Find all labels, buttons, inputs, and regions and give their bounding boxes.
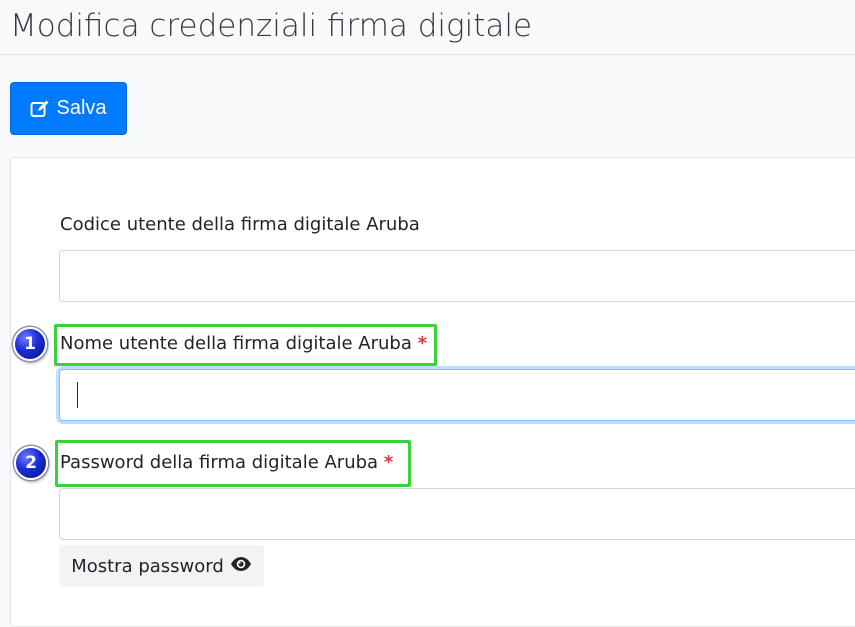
show-password-button[interactable]: Mostra password — [59, 545, 264, 587]
save-button[interactable]: Salva — [10, 82, 127, 135]
nome-utente-label-text: Nome utente della firma digitale Aruba — [60, 333, 412, 354]
page-header: Modifica credenziali firma digitale — [0, 0, 855, 55]
step-badge-1: 1 — [13, 327, 47, 361]
step-badge-1-number: 1 — [24, 334, 36, 354]
codice-utente-label-text: Codice utente della firma digitale Aruba — [60, 214, 420, 235]
text-caret — [77, 382, 78, 408]
nome-utente-input[interactable] — [59, 369, 855, 421]
step-badge-2-number: 2 — [25, 453, 37, 473]
required-star: * — [417, 333, 428, 354]
codice-utente-label: Codice utente della firma digitale Aruba — [60, 213, 420, 237]
password-label: Password della firma digitale Aruba * — [60, 451, 393, 475]
password-label-text: Password della firma digitale Aruba — [60, 452, 379, 473]
required-star: * — [383, 452, 394, 473]
nome-utente-label: Nome utente della firma digitale Aruba * — [60, 332, 427, 356]
password-input[interactable] — [59, 488, 855, 540]
step-badge-2: 2 — [14, 446, 48, 480]
page-title: Modifica credenziali firma digitale — [10, 8, 533, 44]
show-password-label: Mostra password — [71, 555, 224, 577]
edit-icon — [30, 99, 50, 119]
save-button-label: Salva — [56, 97, 107, 119]
codice-utente-input[interactable] — [59, 250, 855, 302]
eye-icon — [230, 556, 252, 577]
